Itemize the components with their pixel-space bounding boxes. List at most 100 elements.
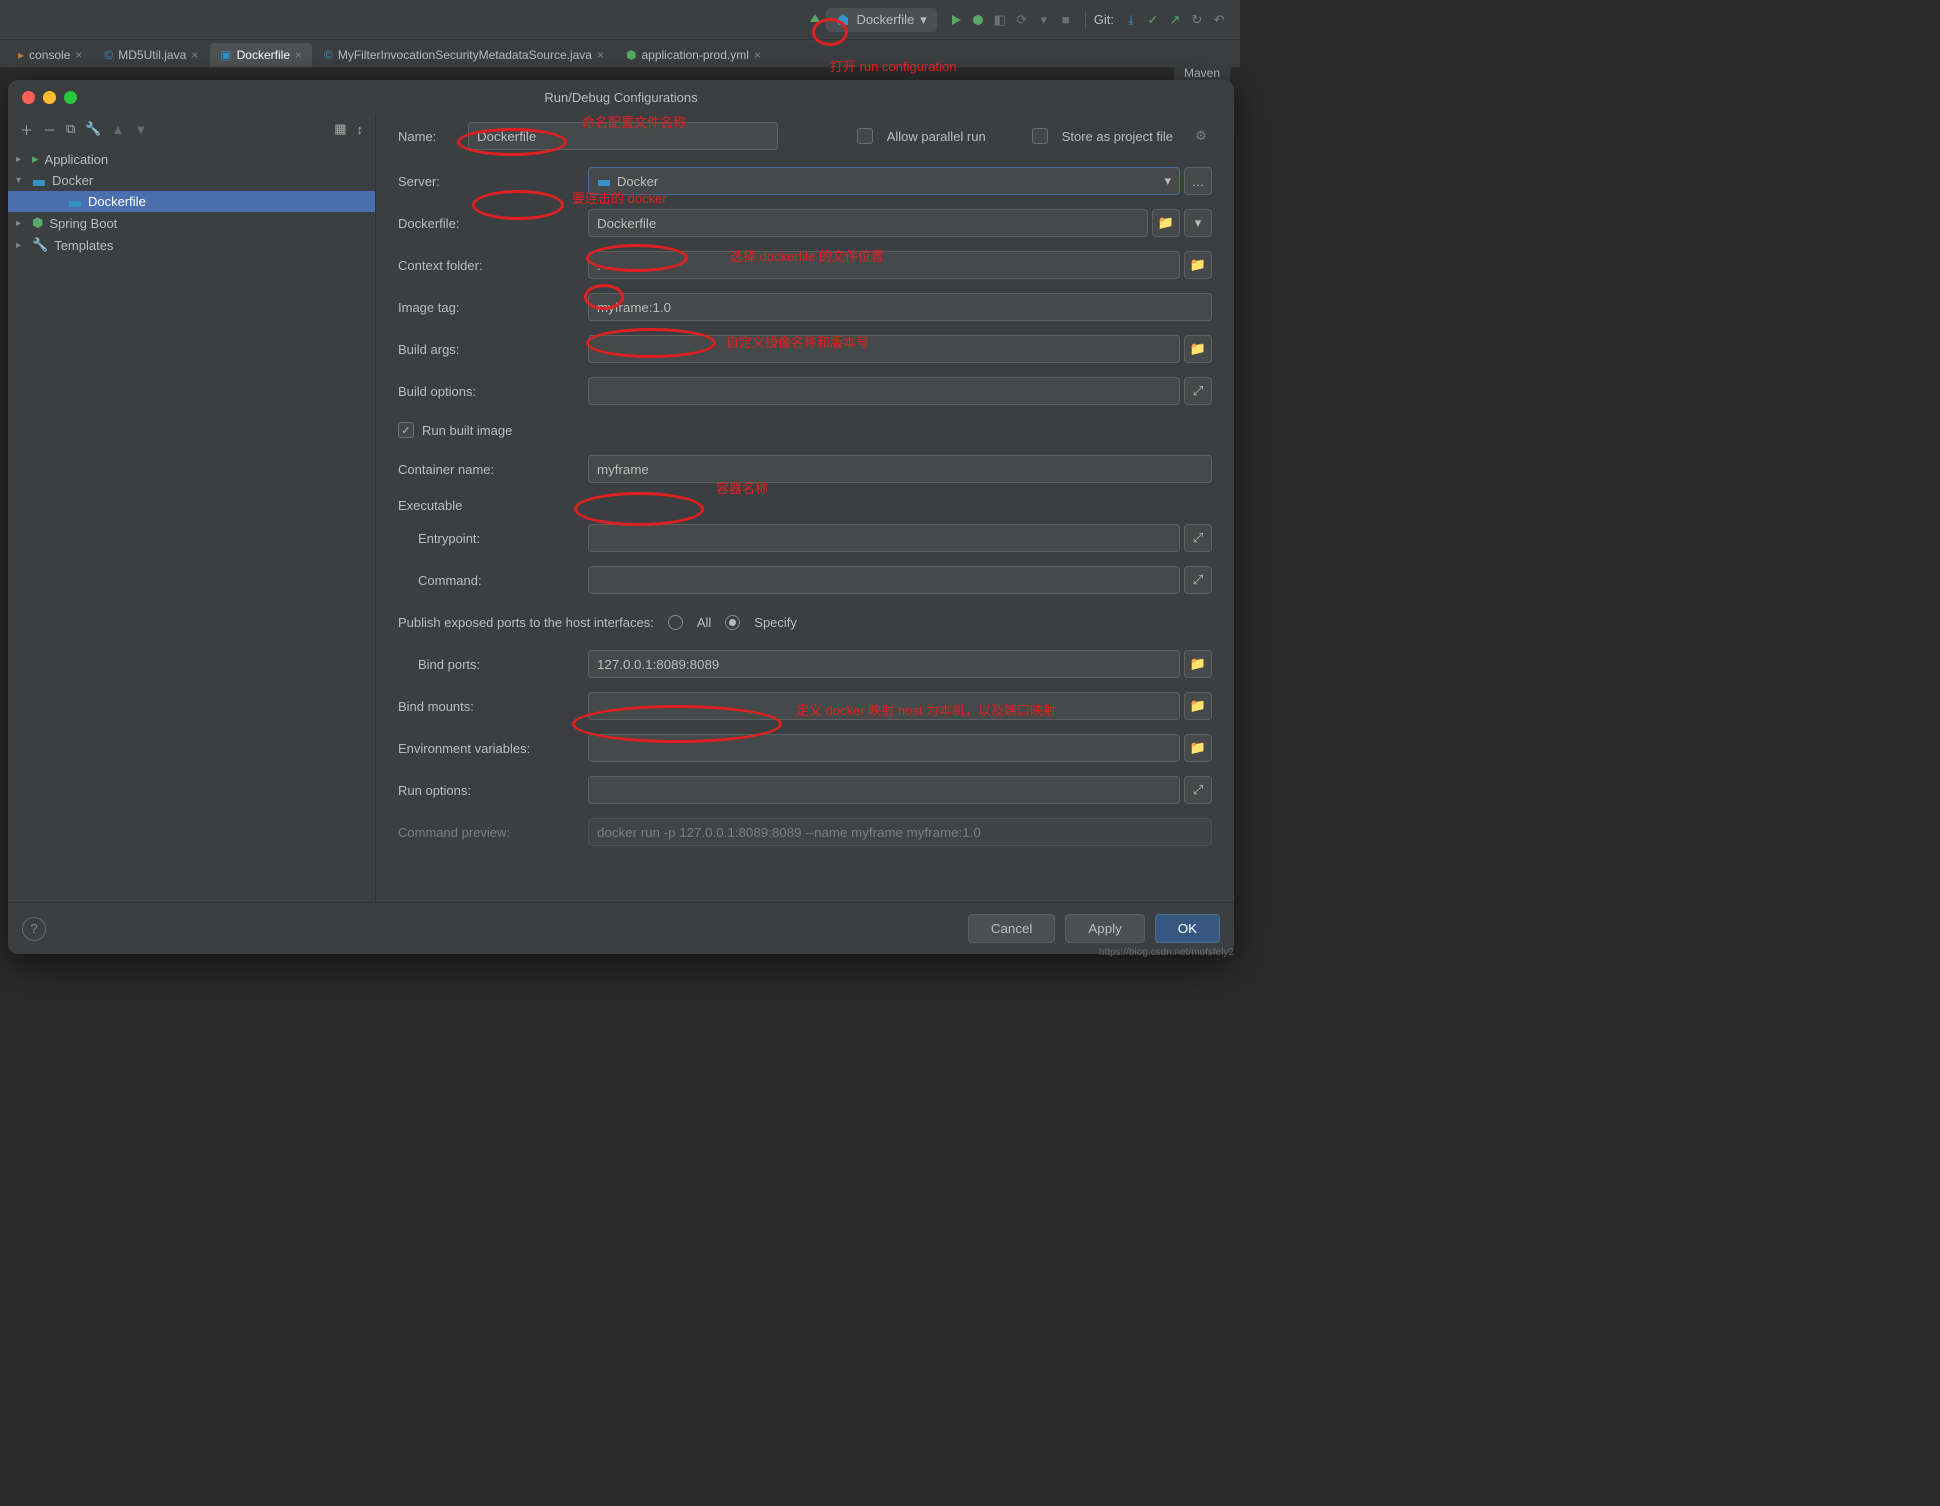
tree-docker-dockerfile[interactable]: Dockerfile bbox=[8, 191, 375, 212]
context-label: Context folder: bbox=[398, 258, 588, 273]
chevron-down-icon[interactable]: ▾ bbox=[1184, 209, 1212, 237]
build-icon[interactable] bbox=[807, 12, 823, 28]
build-args-label: Build args: bbox=[398, 342, 588, 357]
tab-appyml[interactable]: ⬢application-prod.yml× bbox=[616, 43, 771, 67]
command-input[interactable] bbox=[588, 566, 1180, 594]
publish-label: Publish exposed ports to the host interf… bbox=[398, 615, 654, 630]
radio-specify[interactable] bbox=[725, 615, 740, 630]
radio-specify-label: Specify bbox=[754, 615, 797, 630]
git-commit-icon[interactable]: ✓ bbox=[1145, 12, 1161, 28]
name-input[interactable] bbox=[468, 122, 778, 150]
folder-icon[interactable]: 📁 bbox=[1184, 251, 1212, 279]
entrypoint-input[interactable] bbox=[588, 524, 1180, 552]
run-config-selector[interactable]: Dockerfile ▾ bbox=[826, 8, 936, 32]
expand-icon[interactable]: ⤢ bbox=[1184, 377, 1212, 405]
tree-docker[interactable]: ▾Docker bbox=[8, 170, 375, 191]
server-more-button[interactable]: … bbox=[1184, 167, 1212, 195]
watermark: https://blog.csdn.net/mofsfely2 bbox=[1099, 947, 1234, 958]
expand-icon[interactable]: ⤢ bbox=[1184, 776, 1212, 804]
bind-ports-label: Bind ports: bbox=[398, 657, 588, 672]
chevron-down-icon: ▾ bbox=[1164, 173, 1171, 189]
store-project-checkbox[interactable] bbox=[1032, 128, 1048, 144]
cancel-button[interactable]: Cancel bbox=[968, 914, 1056, 943]
allow-parallel-label: Allow parallel run bbox=[887, 129, 986, 144]
up-icon[interactable]: ▲ bbox=[112, 122, 125, 137]
image-tag-input[interactable] bbox=[588, 293, 1212, 321]
folder-icon[interactable]: 📁 bbox=[1184, 335, 1212, 363]
container-name-label: Container name: bbox=[398, 462, 588, 477]
run-built-image-label: Run built image bbox=[422, 423, 512, 438]
attach-icon[interactable]: ▾ bbox=[1036, 12, 1052, 28]
dockerfile-input[interactable] bbox=[588, 209, 1148, 237]
apply-button[interactable]: Apply bbox=[1065, 914, 1144, 943]
dialog-footer: ? Cancel Apply OK bbox=[8, 902, 1234, 954]
git-update-icon[interactable]: ⤓ bbox=[1123, 12, 1139, 28]
git-push-icon[interactable]: ↗ bbox=[1167, 12, 1183, 28]
folder-icon[interactable]: 📁 bbox=[1184, 734, 1212, 762]
tab-myfilter[interactable]: ©MyFilterInvocationSecurityMetadataSourc… bbox=[314, 43, 614, 67]
tree-templates[interactable]: ▸🔧Templates bbox=[8, 234, 375, 256]
debug-icon[interactable] bbox=[970, 12, 986, 28]
expand-icon[interactable]: ⤢ bbox=[1184, 566, 1212, 594]
container-name-input[interactable] bbox=[588, 455, 1212, 483]
build-args-input[interactable] bbox=[588, 335, 1180, 363]
folder-icon[interactable]: 📁 bbox=[1152, 209, 1180, 237]
tab-console[interactable]: ▸console× bbox=[8, 43, 92, 67]
config-tree: ▸▸Application ▾Docker Dockerfile ▸⬢Sprin… bbox=[8, 144, 375, 260]
tree-application[interactable]: ▸▸Application bbox=[8, 148, 375, 170]
image-tag-label: Image tag: bbox=[398, 300, 588, 315]
chevron-down-icon: ▾ bbox=[920, 12, 927, 28]
sort-icon[interactable]: ↕ bbox=[357, 122, 364, 137]
wrench-icon[interactable]: 🔧 bbox=[85, 121, 101, 137]
server-label: Server: bbox=[398, 174, 588, 189]
env-vars-label: Environment variables: bbox=[398, 741, 588, 756]
cmd-preview-label: Command preview: bbox=[398, 825, 588, 840]
dialog-titlebar: Run/Debug Configurations bbox=[8, 80, 1234, 114]
env-vars-input[interactable] bbox=[588, 734, 1180, 762]
build-options-input[interactable] bbox=[588, 377, 1180, 405]
name-label: Name: bbox=[398, 129, 454, 144]
expand-icon[interactable]: ⤢ bbox=[1184, 524, 1212, 552]
run-config-name: Dockerfile bbox=[856, 12, 914, 27]
bind-ports-input[interactable] bbox=[588, 650, 1180, 678]
build-options-label: Build options: bbox=[398, 384, 588, 399]
run-built-image-checkbox[interactable] bbox=[398, 422, 414, 438]
copy-icon[interactable]: ⧉ bbox=[66, 121, 75, 137]
dialog-title: Run/Debug Configurations bbox=[8, 90, 1234, 105]
folder-icon[interactable]: 📁 bbox=[1184, 650, 1212, 678]
command-label: Command: bbox=[398, 573, 588, 588]
radio-all[interactable] bbox=[668, 615, 683, 630]
git-history-icon[interactable]: ↻ bbox=[1189, 12, 1205, 28]
store-project-label: Store as project file bbox=[1062, 129, 1173, 144]
tab-dockerfile[interactable]: ▣Dockerfile× bbox=[210, 43, 312, 67]
run-options-input[interactable] bbox=[588, 776, 1180, 804]
bind-mounts-input[interactable] bbox=[588, 692, 1180, 720]
context-input[interactable] bbox=[588, 251, 1180, 279]
config-sidebar: ＋ － ⧉ 🔧 ▲ ▼ ▦ ↕ ▸▸Application ▾Docker Do… bbox=[8, 114, 376, 902]
down-icon[interactable]: ▼ bbox=[134, 122, 147, 137]
server-select[interactable]: Docker ▾ bbox=[588, 167, 1180, 195]
run-icon[interactable] bbox=[948, 12, 964, 28]
executable-header: Executable bbox=[398, 498, 1212, 513]
profile-icon[interactable]: ⟳ bbox=[1014, 12, 1030, 28]
help-button[interactable]: ? bbox=[22, 917, 46, 941]
entrypoint-label: Entrypoint: bbox=[398, 531, 588, 546]
coverage-icon[interactable]: ◧ bbox=[992, 12, 1008, 28]
config-form: Name: Allow parallel run Store as projec… bbox=[376, 114, 1234, 902]
ok-button[interactable]: OK bbox=[1155, 914, 1220, 943]
editor-tab-bar: ▸console× ©MD5Util.java× ▣Dockerfile× ©M… bbox=[0, 40, 1240, 68]
stop-icon[interactable]: ■ bbox=[1058, 12, 1074, 28]
tree-springboot[interactable]: ▸⬢Spring Boot bbox=[8, 212, 375, 234]
sidebar-toolbar: ＋ － ⧉ 🔧 ▲ ▼ ▦ ↕ bbox=[8, 114, 375, 144]
tab-md5util[interactable]: ©MD5Util.java× bbox=[94, 43, 208, 67]
git-revert-icon[interactable]: ↶ bbox=[1211, 12, 1227, 28]
gear-icon[interactable]: ⚙ bbox=[1193, 128, 1209, 144]
remove-icon[interactable]: － bbox=[43, 120, 56, 139]
allow-parallel-checkbox[interactable] bbox=[857, 128, 873, 144]
add-icon[interactable]: ＋ bbox=[20, 120, 33, 139]
folder-icon[interactable]: 📁 bbox=[1184, 692, 1212, 720]
radio-all-label: All bbox=[697, 615, 711, 630]
run-debug-dialog: Run/Debug Configurations ＋ － ⧉ 🔧 ▲ ▼ ▦ ↕… bbox=[8, 80, 1234, 954]
folder-icon[interactable]: ▦ bbox=[334, 121, 346, 137]
bind-mounts-label: Bind mounts: bbox=[398, 699, 588, 714]
